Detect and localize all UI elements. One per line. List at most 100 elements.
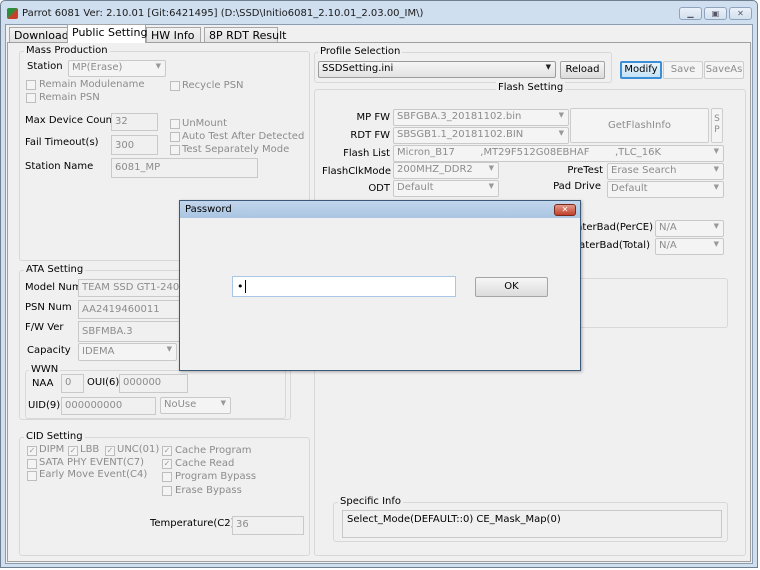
odt-select[interactable]: Default ▼ <box>393 180 499 197</box>
remain-psn-checkbox[interactable] <box>26 93 36 103</box>
chevron-down-icon: ▼ <box>220 399 226 407</box>
ata-setting-title: ATA Setting <box>24 264 86 275</box>
rdt-fw-select[interactable]: SBSGB1.1_20181102.BIN ▼ <box>393 127 569 144</box>
program-bypass-checkbox[interactable] <box>162 472 172 482</box>
fail-timeout-label: Fail Timeout(s) <box>25 137 99 148</box>
chevron-down-icon: ▼ <box>713 147 719 155</box>
minimize-icon: ▁ <box>687 9 694 18</box>
password-value: • <box>237 280 244 293</box>
chevron-down-icon: ▼ <box>713 183 719 191</box>
mp-fw-select[interactable]: SBFGBA.3_20181102.bin ▼ <box>393 109 569 126</box>
uid-mode-value: NoUse <box>164 399 197 410</box>
get-flash-info-button[interactable]: GetFlashInfo <box>570 108 709 143</box>
laterbad-perce-select[interactable]: N/A ▼ <box>655 220 724 237</box>
mass-production-title: Mass Production <box>24 45 110 56</box>
pad-drive-label: Pad Drive <box>553 181 601 192</box>
modify-button[interactable]: Modify <box>620 61 662 79</box>
maximize-button[interactable]: ▣ <box>704 7 727 20</box>
model-num-input[interactable]: TEAM SSD GT1-240GB <box>78 279 188 297</box>
laterbad-total-select[interactable]: N/A ▼ <box>655 238 724 255</box>
cid-setting-title: CID Setting <box>24 431 85 442</box>
sp-button[interactable]: S P <box>711 108 723 143</box>
test-separately-label: Test Separately Mode <box>182 144 290 155</box>
reload-button[interactable]: Reload <box>560 61 605 79</box>
lbb-checkbox[interactable]: ✓ <box>68 446 78 456</box>
flash-clk-mode-select[interactable]: 200MHZ_DDR2 ▼ <box>393 162 499 179</box>
dipm-checkbox[interactable]: ✓ <box>27 446 37 456</box>
max-device-count-input[interactable]: 32 <box>111 113 158 131</box>
early-move-event-checkbox[interactable] <box>27 471 37 481</box>
unmount-label: UnMount <box>182 118 227 129</box>
password-input[interactable]: • <box>232 276 456 297</box>
cache-read-checkbox[interactable]: ✓ <box>162 459 172 469</box>
max-device-count-label: Max Device Count <box>25 115 116 126</box>
tab-8p-rdt-result[interactable]: 8P RDT Result <box>204 27 286 43</box>
chevron-down-icon: ▼ <box>488 164 494 172</box>
flash-clk-mode-value: 200MHZ_DDR2 <box>397 164 473 175</box>
mp-fw-value: SBFGBA.3_20181102.bin <box>397 111 522 122</box>
test-separately-checkbox[interactable] <box>170 145 180 155</box>
recycle-psn-checkbox[interactable] <box>170 81 180 91</box>
maximize-icon: ▣ <box>711 9 720 18</box>
text-cursor <box>244 280 246 293</box>
rdt-fw-value: SBSGB1.1_20181102.BIN <box>397 129 524 140</box>
station-select[interactable]: MP(Erase) ▼ <box>68 60 166 77</box>
model-num-label: Model Num <box>25 282 82 293</box>
ok-button[interactable]: OK <box>475 277 548 297</box>
remain-modulename-checkbox[interactable] <box>26 80 36 90</box>
erase-bypass-checkbox[interactable] <box>162 486 172 496</box>
save-as-button[interactable]: SaveAs <box>704 61 744 79</box>
erase-bypass-label: Erase Bypass <box>175 485 242 496</box>
fw-ver-input[interactable]: SBFMBA.3 <box>78 321 188 342</box>
naa-input[interactable]: 0 <box>61 374 84 393</box>
unc-checkbox[interactable]: ✓ <box>105 446 115 456</box>
uid-input[interactable]: 000000000 <box>61 397 156 415</box>
station-name-input[interactable]: 6081_MP <box>111 158 258 178</box>
specific-info-text: Select_Mode(DEFAULT::0) CE_Mask_Map(0) <box>342 510 722 538</box>
pad-drive-select[interactable]: Default ▼ <box>607 181 724 198</box>
capacity-value: IDEMA <box>82 346 115 357</box>
psn-num-input[interactable]: AA2419460011 <box>78 300 188 319</box>
minimize-button[interactable]: ▁ <box>679 7 702 20</box>
naa-label: NAA <box>32 378 54 389</box>
pretest-label: PreTest <box>567 165 603 176</box>
chevron-down-icon: ▼ <box>558 129 564 137</box>
profile-select[interactable]: SSDSetting.ini ▼ <box>318 61 556 78</box>
capacity-select[interactable]: IDEMA ▼ <box>78 343 177 361</box>
unmount-checkbox[interactable] <box>170 119 180 129</box>
temperature-input[interactable]: 36 <box>232 516 304 535</box>
mp-fw-label: MP FW <box>356 112 390 123</box>
fail-timeout-input[interactable]: 300 <box>111 135 158 155</box>
pretest-select[interactable]: Erase Search ▼ <box>607 163 724 180</box>
cache-read-label: Cache Read <box>175 458 235 469</box>
chevron-down-icon: ▼ <box>713 222 719 230</box>
close-icon: ✕ <box>737 9 744 18</box>
chevron-down-icon: ▼ <box>166 345 172 353</box>
specific-info-title: Specific Info <box>338 496 404 507</box>
uid-mode-select[interactable]: NoUse ▼ <box>160 397 231 414</box>
flash-list-select[interactable]: Micron_B17 ,MT29F512G08EBHAF ,TLC_16K ▼ <box>393 145 724 162</box>
chevron-down-icon: ▼ <box>713 165 719 173</box>
unc-label: UNC(01) <box>117 444 160 455</box>
recycle-psn-label: Recycle PSN <box>182 80 244 91</box>
rdt-fw-label: RDT FW <box>350 130 390 141</box>
password-dialog: Password ✕ • OK <box>179 200 581 371</box>
tab-public-setting[interactable]: Public Setting <box>67 24 147 43</box>
cache-program-checkbox[interactable]: ✓ <box>162 446 172 456</box>
close-button[interactable]: ✕ <box>729 7 752 20</box>
oui-input[interactable]: 000000 <box>119 374 188 393</box>
auto-test-checkbox[interactable] <box>170 132 180 142</box>
dialog-title: Password <box>185 204 232 215</box>
flash-clk-mode-label: FlashClkMode <box>321 166 391 177</box>
parrot-app-icon <box>7 8 18 19</box>
odt-label: ODT <box>368 183 390 194</box>
dialog-close-button[interactable]: ✕ <box>554 204 576 216</box>
tab-hw-info[interactable]: HW Info <box>146 27 201 43</box>
station-label: Station <box>27 61 63 72</box>
profile-selection-title: Profile Selection <box>318 46 403 57</box>
tab-download[interactable]: Download <box>9 27 69 43</box>
save-button[interactable]: Save <box>663 61 703 79</box>
sata-phy-event-checkbox[interactable] <box>27 459 37 469</box>
flash-setting-title: Flash Setting <box>496 82 566 93</box>
sata-phy-event-label: SATA PHY EVENT(C7) <box>39 457 144 468</box>
